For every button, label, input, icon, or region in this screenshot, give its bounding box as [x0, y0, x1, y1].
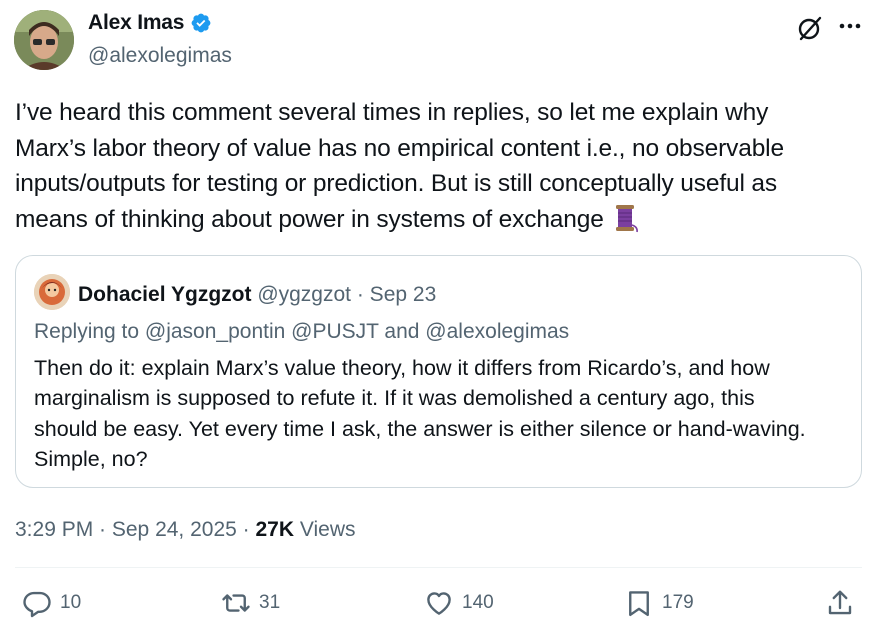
bookmark-button[interactable]: 179 [624, 588, 694, 618]
author-handle[interactable]: @alexolegimas [88, 44, 232, 68]
tweet-text: I’ve heard this comment several times in… [15, 95, 860, 237]
views-label: Views [294, 518, 356, 541]
author-name-text[interactable]: Alex Imas [88, 11, 184, 35]
grok-icon[interactable] [795, 13, 825, 43]
repost-icon [222, 594, 250, 612]
quote-author-avatar[interactable] [34, 274, 70, 310]
reply-count: 10 [60, 592, 82, 613]
repost-count: 31 [259, 592, 281, 613]
reply-button[interactable]: 10 [22, 588, 81, 618]
author-name[interactable]: Alex Imas [88, 11, 212, 35]
bookmark-count: 179 [662, 592, 694, 613]
quoted-tweet[interactable]: Dohaciel Ygzgzot @ygzgzot · Sep 23 Reply… [15, 255, 862, 488]
author-avatar[interactable] [14, 10, 74, 70]
share-icon [828, 590, 852, 615]
bookmark-icon [629, 591, 649, 617]
tweet-timestamp: 3:29 PM · Sep 24, 2025 · 27K Views [15, 518, 356, 542]
quote-author-name[interactable]: Dohaciel Ygzgzot [78, 283, 251, 306]
tweet-text-body: I’ve heard this comment several times in… [15, 99, 784, 233]
quote-text: Then do it: explain Marx’s value theory,… [34, 356, 806, 472]
verified-badge-icon [191, 13, 211, 33]
quote-header: Dohaciel Ygzgzot @ygzgzot · Sep 23 [78, 283, 436, 307]
repost-button[interactable]: 31 [221, 588, 280, 618]
divider [15, 567, 862, 568]
like-count: 140 [462, 592, 494, 613]
more-icon[interactable] [836, 13, 866, 43]
spool-of-thread-icon [616, 204, 639, 232]
views-count: 27K [255, 518, 295, 541]
quote-date[interactable]: · Sep 23 [357, 283, 436, 306]
reply-icon [23, 591, 51, 618]
timestamp-text[interactable]: 3:29 PM · Sep 24, 2025 · [15, 518, 255, 541]
like-icon [427, 592, 451, 615]
share-button[interactable] [825, 588, 855, 618]
like-button[interactable]: 140 [424, 588, 494, 618]
quote-author-handle[interactable]: @ygzgzot [257, 283, 351, 306]
quote-replying-to: Replying to @jason_pontin @PUSJT and @al… [34, 320, 570, 343]
